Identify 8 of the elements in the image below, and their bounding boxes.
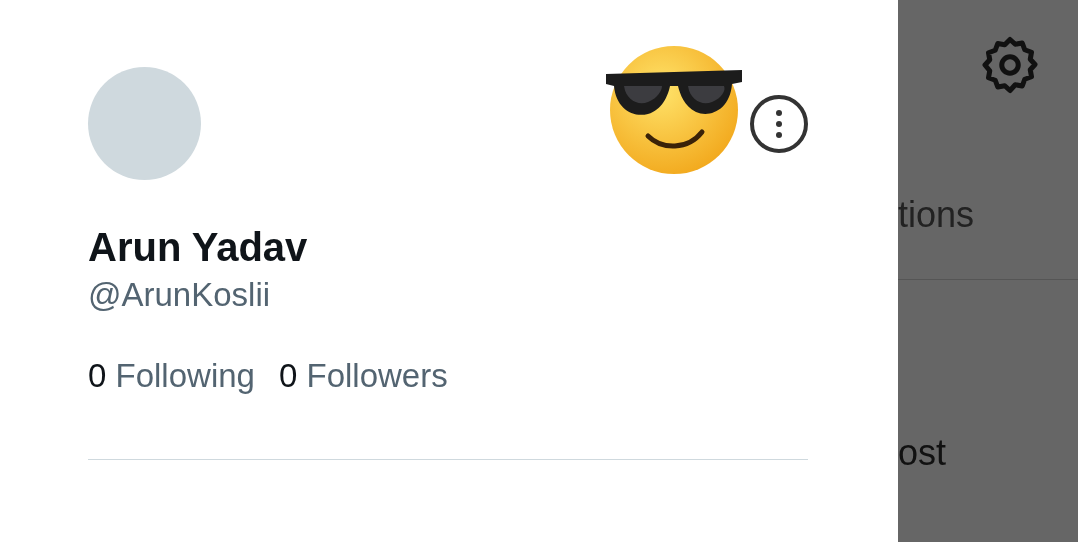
menu-item-text: ost [898, 431, 948, 475]
menu-item-text: tions [898, 193, 976, 237]
stat-link[interactable]: 0 Followers [278, 354, 448, 398]
profile-name: Arun Yadav [88, 224, 309, 271]
settings-icon[interactable] [980, 35, 1040, 95]
profile-handle: @ArunKoslii [88, 275, 272, 315]
stat-link[interactable]: 0 Following [88, 354, 255, 398]
more-options-button[interactable] [750, 95, 808, 153]
